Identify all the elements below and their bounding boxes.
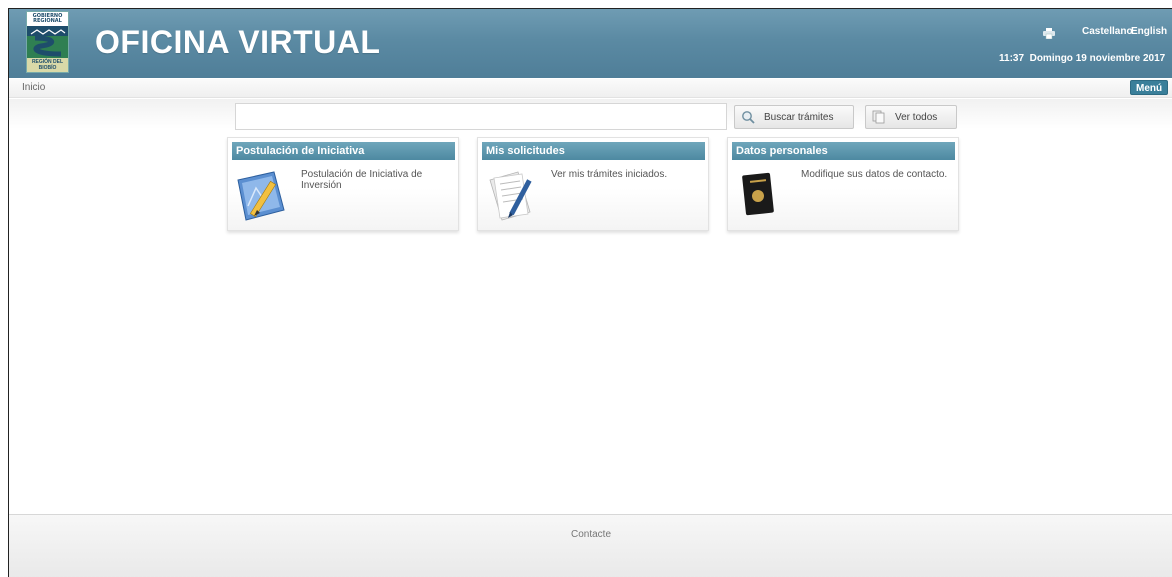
- site-header: GOBIERNO REGIONAL REGIÓN DEL BIOBÍO OFIC…: [9, 9, 1172, 78]
- card-description: Ver mis trámites iniciados.: [551, 169, 668, 180]
- logo-top-text: GOBIERNO REGIONAL: [27, 12, 68, 26]
- card-mis-solicitudes[interactable]: Mis solicitudes Ver mis trámites iniciad…: [477, 137, 709, 231]
- page-footer: Contacte: [9, 514, 1172, 577]
- breadcrumb: Inicio Menú: [9, 79, 1172, 98]
- browser-page: GOBIERNO REGIONAL REGIÓN DEL BIOBÍO OFIC…: [8, 8, 1172, 577]
- breadcrumb-home-link[interactable]: Inicio: [22, 82, 45, 93]
- blueprint-pencil-icon[interactable]: [234, 166, 290, 224]
- view-all-label: Ver todos: [895, 111, 938, 123]
- passport-icon[interactable]: [734, 166, 790, 224]
- contact-link[interactable]: Contacte: [9, 529, 1172, 540]
- card-title[interactable]: Mis solicitudes: [482, 142, 705, 160]
- current-datetime: 11:37 Domingo 19 noviembre 2017: [999, 53, 1165, 64]
- language-english-link[interactable]: English: [1131, 26, 1167, 37]
- logo-emblem: [27, 26, 68, 58]
- card-description: Modifique sus datos de contacto.: [801, 169, 948, 180]
- card-title[interactable]: Postulación de Iniciativa: [232, 142, 455, 160]
- search-procedures-button[interactable]: Buscar trámites: [734, 105, 854, 129]
- magnifier-icon: [741, 110, 755, 124]
- menu-button[interactable]: Menú: [1130, 80, 1169, 95]
- documents-icon: [872, 110, 886, 124]
- view-all-button[interactable]: Ver todos: [865, 105, 957, 129]
- current-date: Domingo 19 noviembre 2017: [1029, 53, 1166, 64]
- app-title: OFICINA VIRTUAL: [95, 24, 381, 60]
- card-datos-personales[interactable]: Datos personales Modifique sus datos de …: [727, 137, 959, 231]
- card-postulacion-iniciativa[interactable]: Postulación de Iniciativa Postulación de…: [227, 137, 459, 231]
- current-time: 11:37: [999, 53, 1025, 64]
- search-procedures-label: Buscar trámites: [764, 111, 834, 123]
- document-pen-icon[interactable]: [484, 166, 540, 224]
- language-castellano-link[interactable]: Castellano: [1082, 26, 1133, 37]
- printer-icon[interactable]: [1043, 26, 1055, 40]
- gobierno-regional-logo[interactable]: GOBIERNO REGIONAL REGIÓN DEL BIOBÍO: [26, 11, 69, 73]
- card-description: Postulación de Iniciativa de Inversión: [301, 169, 423, 191]
- logo-bottom-text: REGIÓN DEL BIOBÍO: [27, 58, 68, 72]
- card-title[interactable]: Datos personales: [732, 142, 955, 160]
- search-input[interactable]: [235, 103, 727, 130]
